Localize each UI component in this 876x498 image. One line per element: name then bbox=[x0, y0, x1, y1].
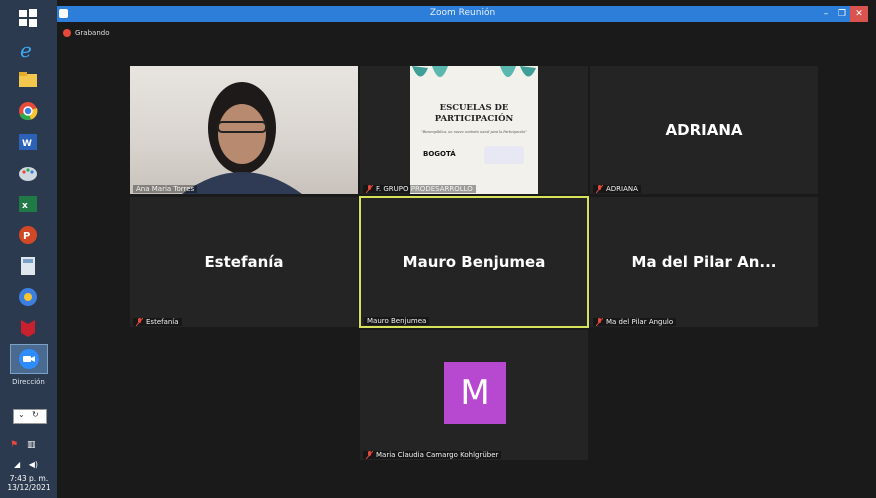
participant-display-name: Estefanía bbox=[204, 253, 284, 271]
avatar: M bbox=[444, 362, 506, 424]
participant-name: F. GRUPO PRODESARROLLO bbox=[376, 185, 473, 193]
signal-icon[interactable]: ◢ bbox=[14, 460, 20, 469]
participant-tile-video[interactable]: Ana Maria Torres bbox=[130, 66, 358, 194]
chevron-down-icon: ⌄ bbox=[18, 410, 25, 419]
participant-name: Ma del Pilar Angulo bbox=[606, 318, 674, 326]
participant-name: Ana Maria Torres bbox=[136, 185, 195, 193]
participant-label: F. GRUPO PRODESARROLLO bbox=[363, 185, 476, 193]
participant-name: Estefanía bbox=[146, 318, 179, 326]
participant-label: Maria Claudia Camargo Kohlgrüber bbox=[363, 451, 502, 459]
tray-icons-row: ◢ ◀) bbox=[14, 460, 38, 469]
shared-title-line2: PARTICIPACIÓN bbox=[434, 114, 514, 124]
refresh-icon: ↻ bbox=[32, 410, 39, 419]
windows-taskbar: e W x P Dirección ⌄ ↻ ⚑ ▥ ◢ ◀) 7:43 p. m… bbox=[0, 0, 57, 498]
participant-tile-estefania[interactable]: Estefanía Estefanía bbox=[130, 197, 358, 327]
network-icon[interactable]: ▥ bbox=[27, 440, 36, 450]
participant-label: Mauro Benjumea bbox=[364, 317, 430, 325]
svg-text:W: W bbox=[22, 139, 32, 149]
excel-icon[interactable]: x bbox=[10, 190, 46, 218]
paint-icon[interactable] bbox=[10, 159, 46, 187]
participant-tile-adriana[interactable]: ADRIANA ADRIANA bbox=[590, 66, 818, 194]
participant-display-name: Mauro Benjumea bbox=[402, 253, 546, 271]
recording-dot-icon bbox=[63, 29, 71, 37]
chrome-icon[interactable] bbox=[10, 97, 46, 125]
participant-video bbox=[130, 66, 358, 194]
zoom-taskbar-icon[interactable] bbox=[10, 344, 48, 374]
word-icon[interactable]: W bbox=[10, 128, 46, 156]
partner-logo-icon bbox=[484, 146, 524, 164]
system-tray: ⚑ ▥ bbox=[10, 440, 50, 454]
minimize-button[interactable]: – bbox=[818, 6, 834, 22]
participant-display-name: ADRIANA bbox=[665, 121, 743, 139]
participant-tile-pilar[interactable]: Ma del Pilar An... Ma del Pilar Angulo bbox=[590, 197, 818, 327]
participant-tile-maria-claudia[interactable]: M Maria Claudia Camargo Kohlgrüber bbox=[360, 330, 588, 460]
mic-muted-icon bbox=[366, 451, 373, 459]
mic-muted-icon bbox=[136, 318, 143, 326]
language-label: Dirección bbox=[12, 378, 45, 386]
svg-text:e: e bbox=[20, 38, 32, 61]
participant-tile-mauro[interactable]: Mauro Benjumea Mauro Benjumea bbox=[359, 196, 589, 328]
mic-muted-icon bbox=[596, 318, 603, 326]
mcafee-icon[interactable] bbox=[10, 314, 46, 342]
internet-explorer-icon[interactable]: e bbox=[10, 35, 46, 63]
participant-label: Estefanía bbox=[133, 318, 182, 326]
participant-display-name: Ma del Pilar An... bbox=[631, 253, 777, 271]
volume-icon[interactable]: ◀) bbox=[29, 460, 38, 469]
mic-muted-icon bbox=[596, 185, 603, 193]
clock-time: 7:43 p. m. bbox=[9, 474, 49, 483]
participant-name: ADRIANA bbox=[606, 185, 638, 193]
participant-label: Ma del Pilar Angulo bbox=[593, 318, 677, 326]
svg-text:x: x bbox=[22, 201, 28, 211]
shared-title-line1: ESCUELAS DE bbox=[439, 103, 509, 113]
mic-muted-icon bbox=[366, 185, 373, 193]
participant-name: Mauro Benjumea bbox=[367, 317, 427, 325]
participant-label: Ana Maria Torres bbox=[133, 185, 198, 193]
participant-name: Maria Claudia Camargo Kohlgrüber bbox=[376, 451, 499, 459]
windows-start-icon[interactable] bbox=[10, 4, 46, 32]
chrome-profile-icon[interactable] bbox=[10, 283, 46, 311]
window-title: Zoom Reunión bbox=[429, 8, 496, 18]
close-button[interactable]: ✕ bbox=[850, 6, 868, 22]
title-bar[interactable]: Zoom Reunión – ❐ ✕ bbox=[57, 6, 868, 22]
restore-button[interactable]: ❐ bbox=[834, 6, 850, 22]
shared-subtitle: "Bienespública, un nuevo contrato social… bbox=[421, 130, 527, 134]
person-silhouette-icon bbox=[182, 82, 302, 194]
window-controls: – ❐ ✕ bbox=[818, 6, 868, 22]
participant-tile-share[interactable]: ESCUELAS DE PARTICIPACIÓN "Bienespública… bbox=[360, 66, 588, 194]
language-selector[interactable]: ⌄ ↻ bbox=[13, 409, 47, 424]
recording-indicator[interactable]: Grabando bbox=[63, 29, 110, 37]
clock-date: 13/12/2021 bbox=[7, 483, 51, 492]
bogota-logo: BOGOTÁ bbox=[423, 150, 456, 158]
zoom-window: Zoom Reunión – ❐ ✕ Grabando Ana Maria To… bbox=[57, 6, 868, 498]
svg-text:P: P bbox=[23, 231, 30, 242]
notification-flag-icon[interactable]: ⚑ bbox=[10, 440, 18, 450]
shared-title: ESCUELAS DE PARTICIPACIÓN bbox=[410, 103, 538, 125]
powerpoint-icon[interactable]: P bbox=[10, 221, 46, 249]
participant-label: ADRIANA bbox=[593, 185, 641, 193]
clock[interactable]: 7:43 p. m. 13/12/2021 bbox=[2, 474, 56, 492]
recording-label: Grabando bbox=[75, 29, 110, 37]
calculator-icon[interactable] bbox=[10, 252, 46, 280]
file-explorer-icon[interactable] bbox=[10, 66, 46, 94]
